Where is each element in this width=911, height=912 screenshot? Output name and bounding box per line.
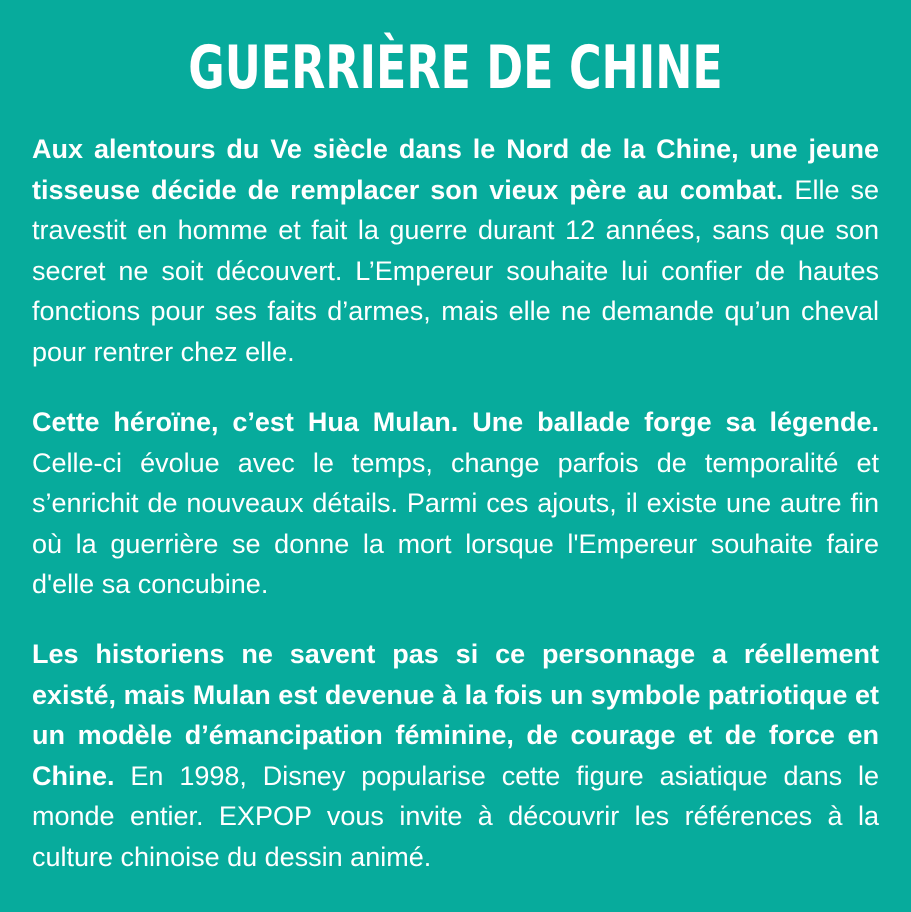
paragraph-3: Les historiens ne savent pas si ce perso…	[32, 634, 879, 877]
paragraph-2-bold-text: Cette héroïne, c’est Hua Mulan. Une ball…	[32, 407, 879, 437]
paragraph-3-regular-text: En 1998, Disney popularise cette figure …	[32, 760, 879, 872]
paragraph-2: Cette héroïne, c’est Hua Mulan. Une ball…	[32, 402, 879, 605]
paragraph-1: Aux alentours du Ve siècle dans le Nord …	[32, 129, 879, 372]
paragraph-1-bold-text: Aux alentours du Ve siècle dans le Nord …	[32, 134, 879, 205]
page-title: GUERRIÈRE DE CHINE	[188, 33, 723, 103]
info-panel: GUERRIÈRE DE CHINE Aux alentours du Ve s…	[0, 0, 911, 912]
paragraph-2-regular-text: Celle-ci évolue avec le temps, change pa…	[32, 447, 879, 600]
